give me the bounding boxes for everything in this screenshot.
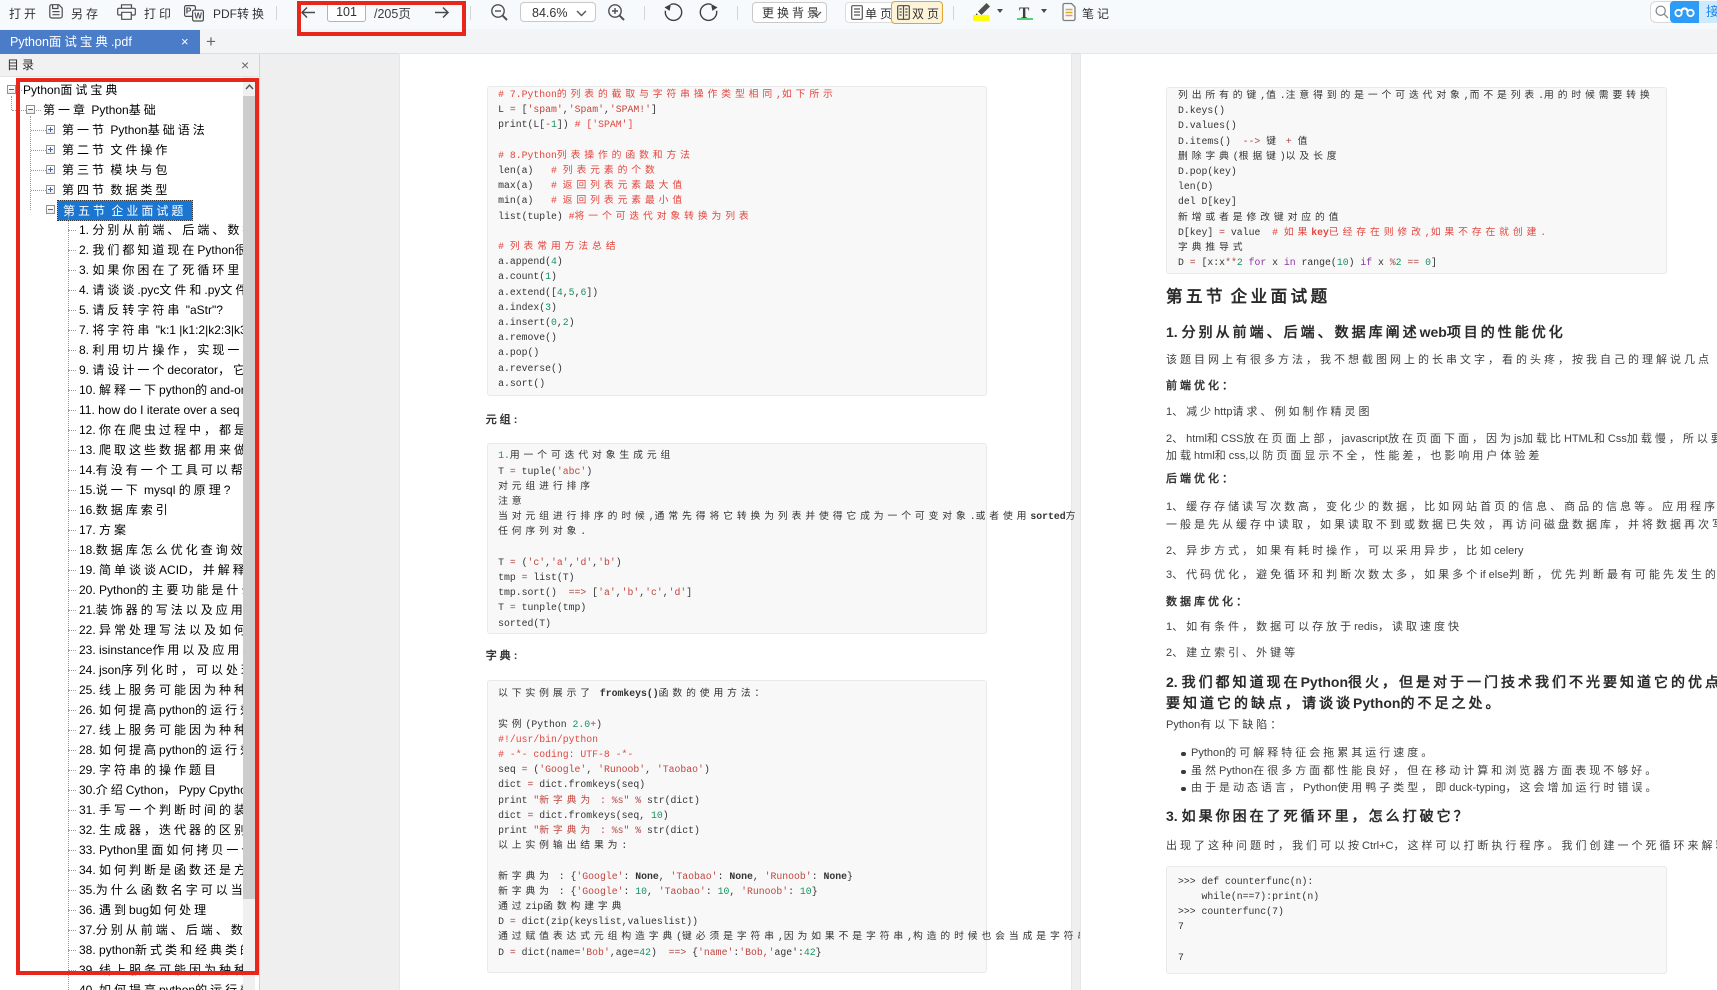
svg-text:P: P <box>185 5 191 15</box>
svg-text:W: W <box>194 11 202 20</box>
